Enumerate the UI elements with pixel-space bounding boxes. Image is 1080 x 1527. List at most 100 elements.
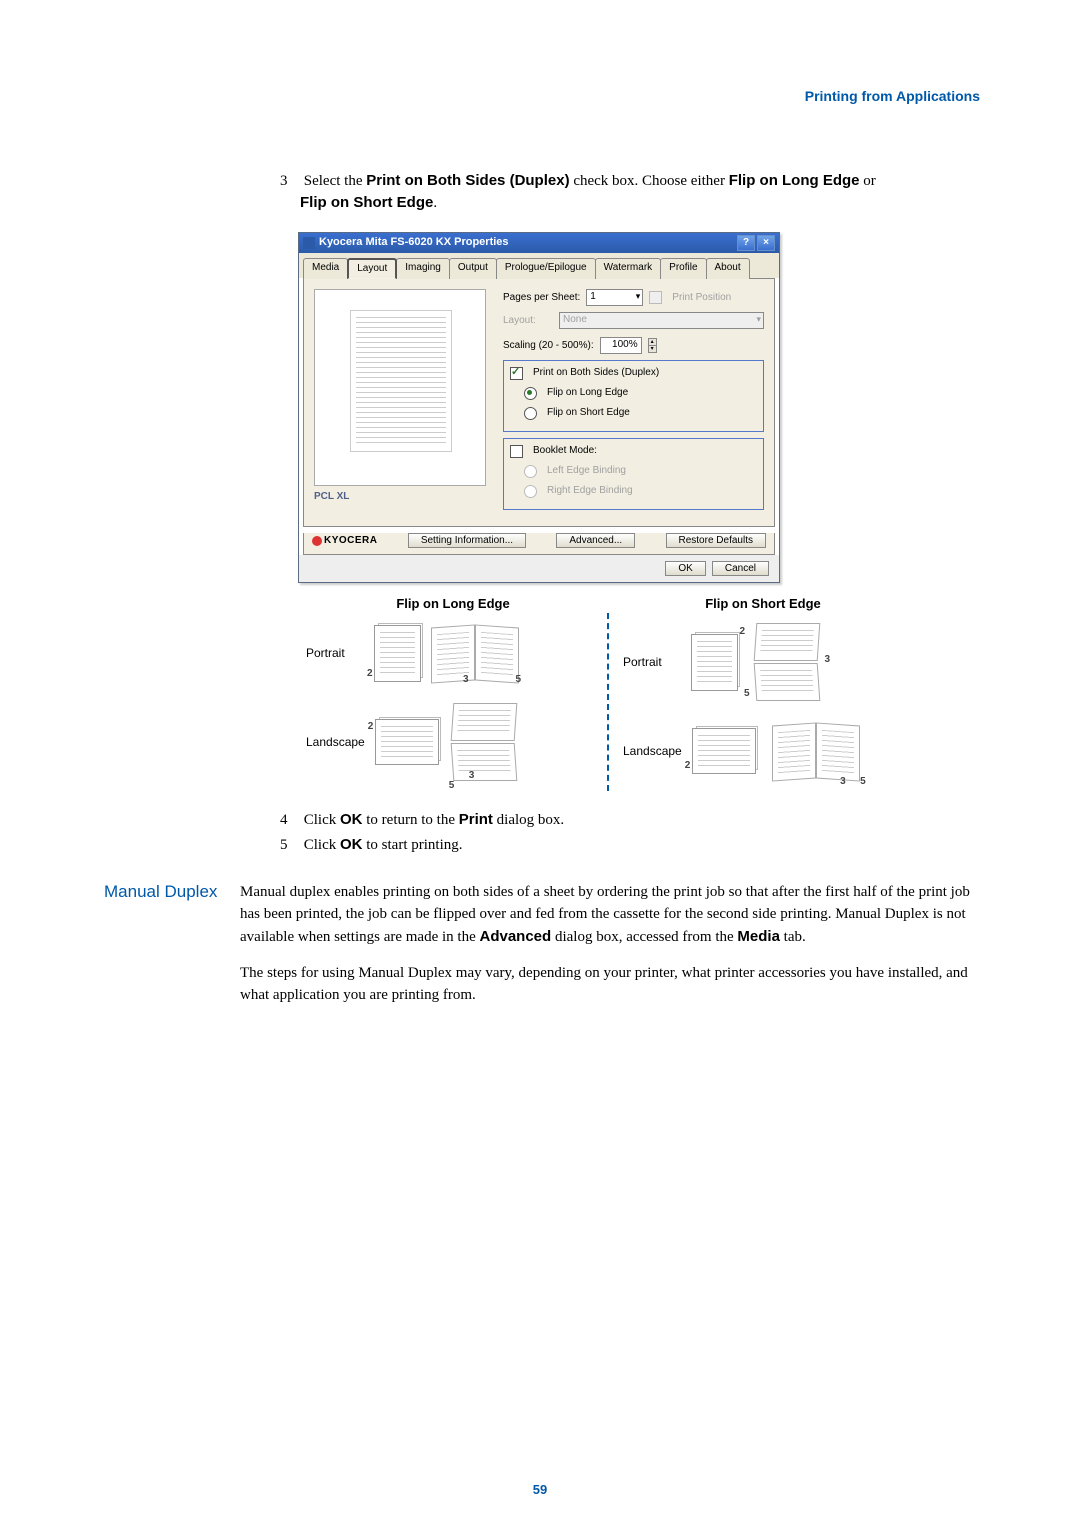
- step-3-bold-short: Flip on Short Edge: [300, 194, 433, 211]
- fig-pgnum-5d: 5: [860, 775, 866, 789]
- step-4-ok: OK: [340, 811, 363, 828]
- pcl-label: PCL XL: [314, 490, 489, 504]
- fig-landscape-long-stack: 2: [375, 719, 439, 765]
- fig-pgnum-2d: 2: [685, 759, 691, 773]
- step-4-num: 4: [280, 809, 300, 832]
- kyocera-sun-icon: [312, 536, 322, 546]
- fig-portrait-long-open: 3 5: [431, 623, 519, 683]
- print-position-label: Print Position: [672, 291, 731, 305]
- tab-imaging[interactable]: Imaging: [396, 258, 450, 279]
- step-3: 3 Select the Print on Both Sides (Duplex…: [280, 170, 980, 791]
- fig-pgnum-2b: 2: [368, 720, 374, 734]
- pages-per-sheet-select[interactable]: 1: [586, 289, 643, 306]
- step-5-b: to start printing.: [363, 837, 463, 853]
- flip-orientation-figure: Flip on Long Edge Flip on Short Edge Por…: [298, 595, 918, 791]
- step-4-a: Click: [304, 812, 340, 828]
- print-preview: [314, 289, 486, 486]
- fig-pgnum-5a: 5: [515, 673, 521, 687]
- tab-output[interactable]: Output: [449, 258, 497, 279]
- md-bold-media: Media: [737, 928, 780, 945]
- fig-label-portrait-short: Portrait: [623, 654, 681, 671]
- header-section-link[interactable]: Printing from Applications: [805, 88, 980, 104]
- step-3-text-suffix: .: [433, 195, 437, 211]
- tab-about[interactable]: About: [706, 258, 750, 279]
- pages-per-sheet-label: Pages per Sheet:: [503, 291, 580, 305]
- fig-landscape-short-stack: 2: [692, 728, 756, 774]
- tab-strip: Media Layout Imaging Output Prologue/Epi…: [299, 253, 779, 278]
- fig-pgnum-3b: 3: [469, 769, 475, 783]
- step-5-a: Click: [304, 837, 340, 853]
- layout-tab-body: PCL XL Pages per Sheet: 1 Print Position…: [303, 278, 775, 527]
- layout-select: None: [559, 312, 764, 329]
- duplex-checkbox[interactable]: [510, 367, 523, 380]
- kyocera-brand-text: KYOCERA: [324, 534, 378, 548]
- left-binding-radio: [524, 465, 537, 478]
- properties-dialog: Kyocera Mita FS-6020 KX Properties ? × M…: [298, 232, 780, 583]
- step-3-num: 3: [280, 171, 300, 192]
- fig-label-landscape-long: Landscape: [306, 734, 365, 751]
- tab-prologue[interactable]: Prologue/Epilogue: [496, 258, 596, 279]
- step-3-text-b: check box. Choose either: [570, 173, 729, 189]
- section-manual-duplex-title: Manual Duplex: [104, 882, 217, 902]
- advanced-button[interactable]: Advanced...: [556, 533, 635, 548]
- fig-pgnum-3d: 3: [840, 775, 846, 789]
- md-p1c: tab.: [780, 929, 806, 945]
- step-5-ok: OK: [340, 836, 363, 853]
- tab-layout[interactable]: Layout: [347, 258, 397, 279]
- steps-4-5: 4 Click OK to return to the Print dialog…: [280, 809, 980, 856]
- flip-long-radio[interactable]: [524, 387, 537, 400]
- fig-header-long: Flip on Long Edge: [298, 595, 608, 613]
- left-binding-label: Left Edge Binding: [547, 464, 626, 478]
- tab-media[interactable]: Media: [303, 258, 348, 279]
- fig-pgnum-5c: 5: [744, 687, 750, 701]
- duplex-group: Print on Both Sides (Duplex) Flip on Lon…: [503, 360, 764, 432]
- step-4-b: to return to the: [363, 812, 459, 828]
- right-binding-label: Right Edge Binding: [547, 484, 633, 498]
- flip-long-label: Flip on Long Edge: [547, 386, 628, 400]
- scaling-label: Scaling (20 - 500%):: [503, 339, 594, 353]
- booklet-group: Booklet Mode: Left Edge Binding Right Ed…: [503, 438, 764, 510]
- step-4-print: Print: [459, 811, 493, 828]
- fig-portrait-short-open: 3 5: [752, 623, 822, 701]
- kyocera-logo: KYOCERA: [312, 534, 378, 548]
- spin-down-icon[interactable]: ▾: [649, 346, 656, 352]
- scaling-input[interactable]: 100%: [600, 337, 642, 354]
- right-binding-radio: [524, 485, 537, 498]
- step-5-num: 5: [280, 834, 300, 857]
- dialog-footer: KYOCERA Setting Information... Advanced.…: [303, 533, 775, 555]
- fig-pgnum-5b: 5: [449, 779, 455, 793]
- fig-pgnum-3a: 3: [463, 673, 469, 687]
- scaling-spinner[interactable]: ▴▾: [648, 338, 657, 353]
- tab-profile[interactable]: Profile: [660, 258, 706, 279]
- setting-info-button[interactable]: Setting Information...: [408, 533, 526, 548]
- tab-watermark[interactable]: Watermark: [595, 258, 662, 279]
- booklet-label: Booklet Mode:: [533, 444, 597, 458]
- flip-short-label: Flip on Short Edge: [547, 406, 630, 420]
- fig-divider: [607, 613, 609, 791]
- duplex-label: Print on Both Sides (Duplex): [533, 366, 659, 380]
- manual-duplex-body: Manual duplex enables printing on both s…: [240, 882, 980, 1007]
- fig-pgnum-2c: 2: [739, 625, 745, 639]
- printer-icon: [303, 237, 315, 249]
- ok-button[interactable]: OK: [665, 561, 705, 576]
- md-p2: The steps for using Manual Duplex may va…: [240, 963, 980, 1007]
- help-button[interactable]: ?: [737, 235, 755, 251]
- fig-pgnum-2a: 2: [367, 667, 373, 681]
- fig-label-portrait-long: Portrait: [306, 645, 364, 662]
- fig-label-landscape-short: Landscape: [623, 743, 682, 760]
- cancel-button[interactable]: Cancel: [712, 561, 769, 576]
- md-bold-advanced: Advanced: [480, 928, 552, 945]
- booklet-checkbox[interactable]: [510, 445, 523, 458]
- fig-header-short: Flip on Short Edge: [608, 595, 918, 613]
- layout-label: Layout:: [503, 314, 553, 328]
- dialog-title: Kyocera Mita FS-6020 KX Properties: [319, 235, 735, 250]
- flip-short-radio[interactable]: [524, 407, 537, 420]
- spin-up-icon[interactable]: ▴: [649, 339, 656, 346]
- restore-defaults-button[interactable]: Restore Defaults: [666, 533, 766, 548]
- close-button[interactable]: ×: [757, 235, 775, 251]
- step-3-bold-long: Flip on Long Edge: [729, 172, 860, 189]
- titlebar[interactable]: Kyocera Mita FS-6020 KX Properties ? ×: [299, 233, 779, 253]
- step-4-c: dialog box.: [493, 812, 564, 828]
- fig-landscape-short-open: 3 5: [772, 721, 860, 781]
- page-number: 59: [0, 1482, 1080, 1497]
